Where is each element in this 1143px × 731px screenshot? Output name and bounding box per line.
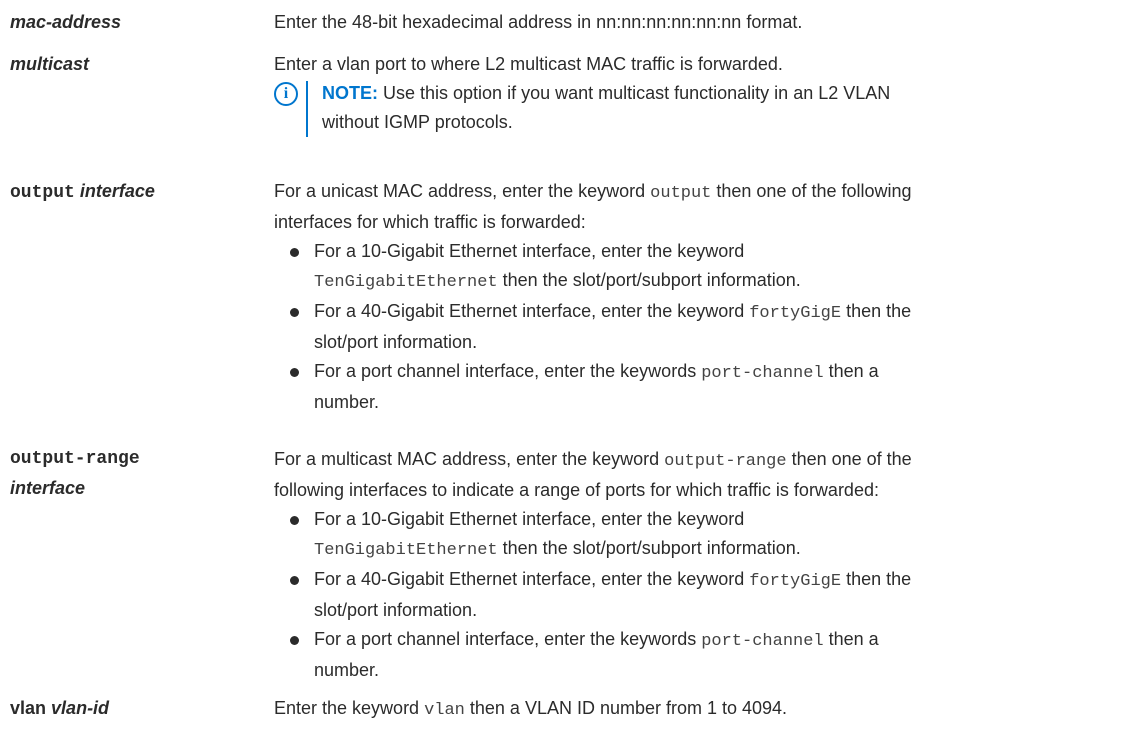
inline-keyword: TenGigabitEthernet — [314, 273, 498, 292]
note-box: i NOTE: Use this option if you want mult… — [274, 79, 1143, 137]
list-item: For a 40-Gigabit Ethernet interface, ent… — [274, 297, 1143, 357]
text: For a 40-Gigabit Ethernet interface, ent… — [314, 569, 750, 589]
text: then the slot/port/subport information. — [497, 270, 801, 290]
text: Enter the keyword — [274, 698, 425, 718]
term-argument: vlan-id — [51, 698, 110, 718]
term-keyword: output-range — [10, 449, 140, 469]
list-item: For a port channel interface, enter the … — [274, 357, 1143, 417]
param-description: For a unicast MAC address, enter the key… — [274, 177, 1143, 417]
inline-keyword: fortyGigE — [749, 572, 842, 591]
text: number. — [314, 392, 380, 412]
inline-keyword: fortyGigE — [749, 304, 842, 323]
list-item: For a 10-Gigabit Ethernet interface, ent… — [274, 237, 1143, 297]
text: then one of the following — [711, 181, 912, 201]
text: For a 10-Gigabit Ethernet interface, ent… — [314, 241, 745, 261]
list-item: For a 10-Gigabit Ethernet interface, ent… — [274, 505, 1143, 565]
text: For a 10-Gigabit Ethernet interface, ent… — [314, 509, 745, 529]
inline-keyword: port-channel — [701, 632, 824, 651]
term-keyword: output — [10, 183, 75, 203]
note-label: NOTE: — [322, 83, 378, 103]
text: then a — [823, 629, 879, 649]
inline-keyword: output — [650, 184, 712, 203]
text: slot/port information. — [314, 332, 478, 352]
term-argument: interface — [10, 478, 86, 498]
description-line: Enter a vlan port to where L2 multicast … — [274, 54, 783, 74]
text: then a — [823, 361, 879, 381]
description-line: For a multicast MAC address, enter the k… — [274, 445, 1143, 476]
list-item: For a 40-Gigabit Ethernet interface, ent… — [274, 565, 1143, 625]
list-item: For a port channel interface, enter the … — [274, 625, 1143, 685]
text: number. — [314, 660, 380, 680]
text: For a multicast MAC address, enter the k… — [274, 449, 665, 469]
description-line: For a unicast MAC address, enter the key… — [274, 177, 1143, 208]
bullet-list: For a 10-Gigabit Ethernet interface, ent… — [274, 505, 1143, 685]
param-description: Enter the keyword vlan then a VLAN ID nu… — [274, 694, 1143, 725]
param-term: output-range interface — [10, 445, 260, 503]
param-term: mac-address — [10, 12, 122, 32]
text: For a 40-Gigabit Ethernet interface, ent… — [314, 301, 750, 321]
text: slot/port information. — [314, 600, 478, 620]
text: then the — [841, 301, 912, 321]
note-divider — [306, 81, 308, 137]
param-description: Enter a vlan port to where L2 multicast … — [274, 50, 1143, 137]
text: then one of the — [786, 449, 912, 469]
text: then the slot/port/subport information. — [497, 538, 801, 558]
bullet-list: For a 10-Gigabit Ethernet interface, ent… — [274, 237, 1143, 417]
text: For a port channel interface, enter the … — [314, 629, 702, 649]
param-term: multicast — [10, 54, 90, 74]
inline-keyword: TenGigabitEthernet — [314, 541, 498, 560]
description-line: interfaces for which traffic is forwarde… — [274, 212, 586, 232]
note-text: Use this option if you want multicast fu… — [378, 83, 891, 103]
info-icon: i — [274, 82, 298, 106]
param-description: For a multicast MAC address, enter the k… — [274, 445, 1143, 685]
note-line: without IGMP protocols. — [322, 112, 513, 132]
inline-keyword: vlan — [424, 701, 465, 720]
inline-keyword: output-range — [664, 452, 787, 471]
term-argument: interface — [79, 181, 155, 201]
term-keyword: vlan — [10, 698, 47, 718]
param-term: vlan vlan-id — [10, 694, 260, 723]
description-line: following interfaces to indicate a range… — [274, 480, 879, 500]
text: For a port channel interface, enter the … — [314, 361, 702, 381]
inline-keyword: port-channel — [701, 364, 824, 383]
note-line: NOTE: Use this option if you want multic… — [322, 79, 1143, 108]
text: then the — [841, 569, 912, 589]
text: For a unicast MAC address, enter the key… — [274, 181, 651, 201]
param-description: Enter the 48-bit hexadecimal address in … — [274, 12, 803, 32]
text: then a VLAN ID number from 1 to 4094. — [464, 698, 788, 718]
param-term: output interface — [10, 177, 260, 208]
